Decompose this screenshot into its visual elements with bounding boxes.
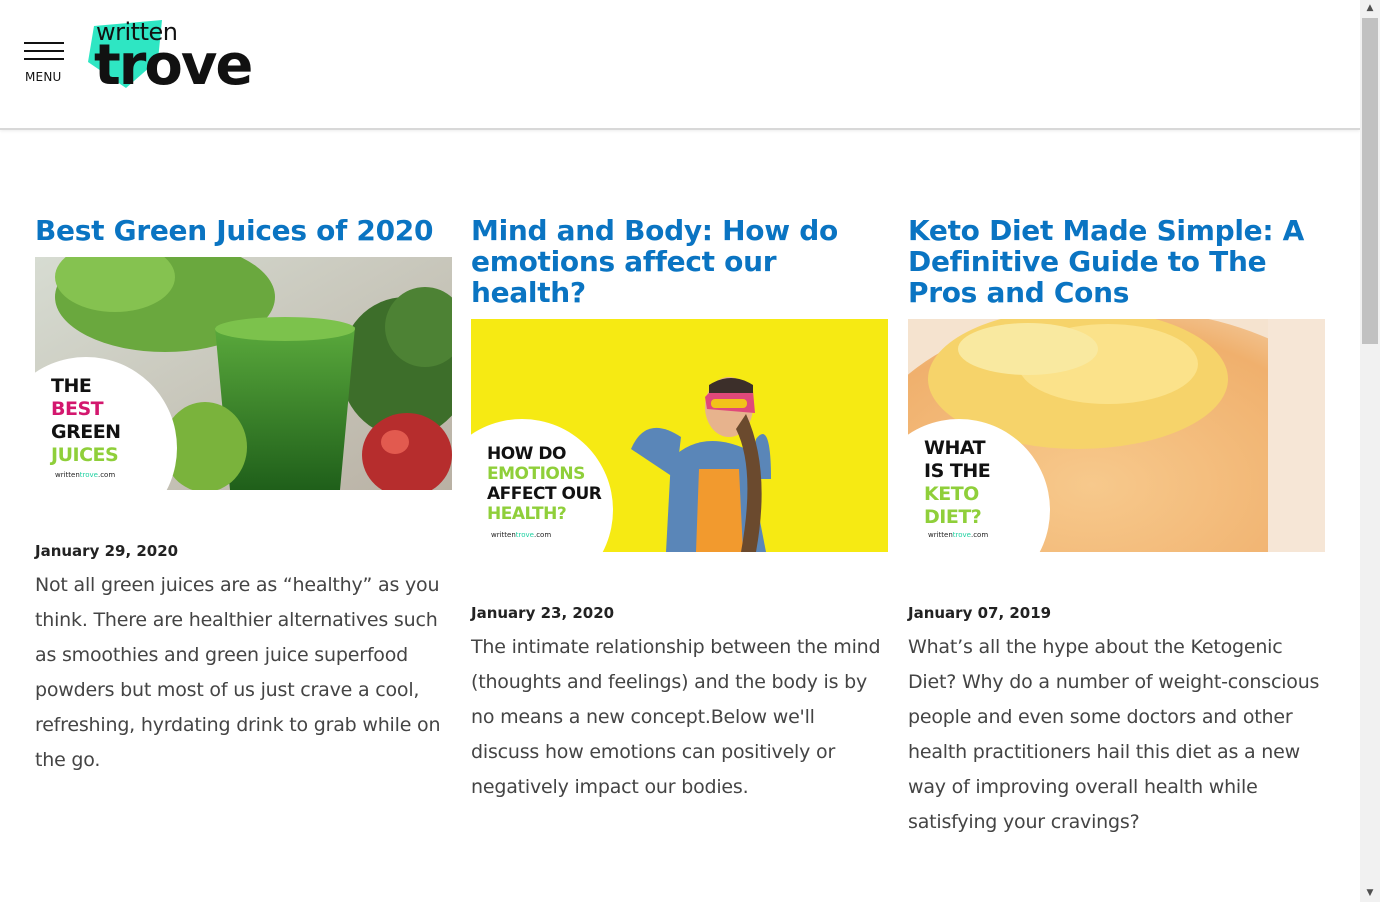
post-excerpt: What’s all the hype about the Ketogenic … bbox=[908, 636, 1320, 833]
site-url-a: written bbox=[55, 471, 80, 479]
site-url-c: .com bbox=[97, 471, 116, 479]
hamburger-icon-bar bbox=[24, 50, 64, 52]
site-url-b: trove bbox=[952, 531, 971, 539]
badge-line-3: KETO bbox=[924, 483, 979, 505]
post-excerpt: Not all green juices are as “healthy” as… bbox=[35, 574, 441, 771]
post-date: January 23, 2020 bbox=[471, 604, 615, 622]
badge-line-1: THE bbox=[51, 375, 92, 397]
logo-wordmark-main: trove bbox=[94, 33, 253, 98]
site-header: MENU written trove bbox=[0, 0, 1360, 130]
badge-line-1: HOW DO bbox=[487, 444, 566, 464]
thumbnail-site-url: writtentrove.com bbox=[55, 471, 115, 479]
badge-line-2: IS THE bbox=[924, 460, 991, 482]
vertical-scrollbar[interactable]: ▲ ▼ bbox=[1360, 0, 1380, 902]
badge-line-2: BEST bbox=[51, 398, 104, 420]
thumbnail-site-url: writtentrove.com bbox=[928, 531, 988, 539]
post-date: January 29, 2020 bbox=[35, 542, 179, 560]
post-card: Mind and Body: How do emotions affect ou… bbox=[471, 215, 888, 805]
badge-line-3: AFFECT OUR bbox=[487, 484, 602, 504]
thumbnail-site-url: writtentrove.com bbox=[491, 531, 551, 539]
site-url-c: .com bbox=[970, 531, 989, 539]
site-url-a: written bbox=[491, 531, 516, 539]
badge-line-4: HEALTH? bbox=[487, 504, 567, 524]
badge-line-1: WHAT bbox=[924, 437, 986, 459]
hamburger-icon bbox=[24, 42, 64, 44]
badge-line-4: DIET? bbox=[924, 506, 982, 528]
post-title[interactable]: Mind and Body: How do emotions affect ou… bbox=[471, 215, 888, 308]
site-logo[interactable]: written trove bbox=[86, 18, 266, 98]
site-url-b: trove bbox=[515, 531, 534, 539]
site-url-b: trove bbox=[79, 471, 98, 479]
post-thumbnail[interactable]: THE BEST GREEN JUICES writtentrove.com bbox=[35, 257, 452, 490]
badge-line-4: JUICES bbox=[51, 444, 119, 466]
post-title[interactable]: Best Green Juices of 2020 bbox=[35, 215, 452, 246]
site-url-a: written bbox=[928, 531, 953, 539]
badge-line-3: GREEN bbox=[51, 421, 121, 443]
post-date: January 07, 2019 bbox=[908, 604, 1052, 622]
post-thumbnail[interactable]: HOW DO EMOTIONS AFFECT OUR HEALTH? writt… bbox=[471, 319, 888, 552]
post-card: Best Green Juices of 2020 THE BEST GREEN… bbox=[35, 215, 452, 778]
post-card: Keto Diet Made Simple: A Definitive Guid… bbox=[908, 215, 1325, 840]
hamburger-icon-bar bbox=[24, 58, 64, 60]
post-thumbnail[interactable]: WHAT IS THE KETO DIET? writtentrove.com bbox=[908, 319, 1325, 552]
arrow-down-icon[interactable]: ▼ bbox=[1360, 885, 1380, 902]
scrollbar-thumb[interactable] bbox=[1362, 18, 1378, 344]
badge-line-2: EMOTIONS bbox=[487, 464, 585, 484]
post-excerpt: The intimate relationship between the mi… bbox=[471, 636, 881, 798]
menu-label: MENU bbox=[25, 70, 62, 84]
menu-button[interactable]: MENU bbox=[22, 40, 66, 90]
post-title[interactable]: Keto Diet Made Simple: A Definitive Guid… bbox=[908, 215, 1325, 308]
arrow-up-icon[interactable]: ▲ bbox=[1360, 0, 1380, 17]
site-url-c: .com bbox=[533, 531, 552, 539]
